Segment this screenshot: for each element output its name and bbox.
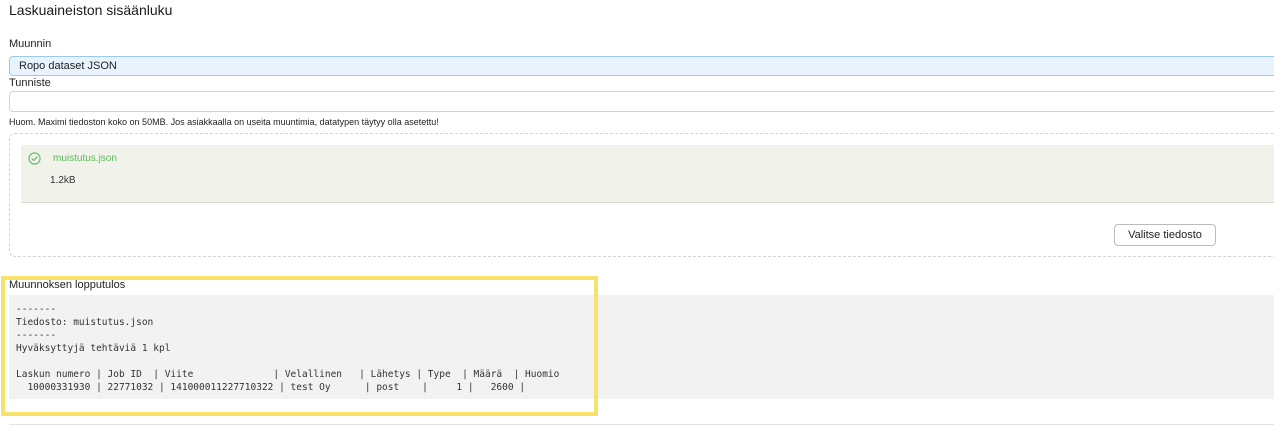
check-circle-icon — [28, 152, 41, 165]
uploaded-file-card — [21, 145, 1274, 203]
identifier-label: Tunniste — [9, 77, 51, 89]
bottom-divider — [9, 424, 1274, 425]
select-file-button[interactable]: Valitse tiedosto — [1114, 224, 1216, 246]
converter-label: Muunnin — [9, 38, 52, 50]
uploaded-file-size: 1.2kB — [50, 175, 76, 186]
page-title: Laskuaineiston sisäänluku — [9, 2, 173, 18]
identifier-input[interactable] — [9, 91, 1274, 112]
highlight-frame — [1, 276, 598, 416]
file-size-hint: Huom. Maximi tiedoston koko on 50MB. Jos… — [9, 117, 439, 127]
converter-select[interactable]: Ropo dataset JSON — [9, 56, 1274, 76]
uploaded-file-name: muistutus.json — [53, 153, 117, 164]
